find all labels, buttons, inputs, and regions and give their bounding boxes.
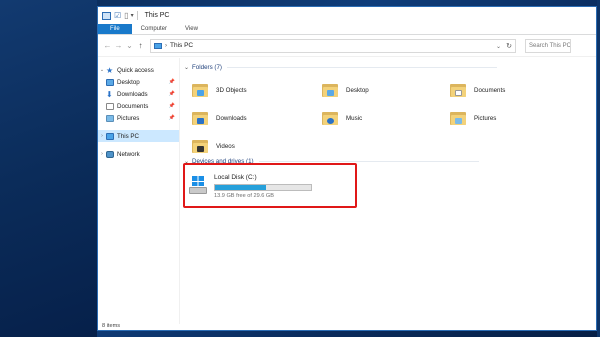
up-button[interactable]: ↑: [135, 41, 146, 50]
cube-icon: [197, 89, 204, 96]
folder-item-downloads[interactable]: Downloads: [192, 103, 312, 133]
new-folder-icon[interactable]: ▯: [124, 11, 128, 20]
window-title: This PC: [144, 12, 170, 19]
computer-icon: [106, 132, 114, 140]
chevron-right-icon[interactable]: ›: [98, 133, 106, 139]
chevron-right-icon[interactable]: ›: [165, 43, 167, 49]
picture-icon: [455, 117, 462, 124]
sidebar-item-pictures[interactable]: Pictures 📌: [98, 112, 179, 124]
sidebar-item-desktop[interactable]: Desktop 📌: [98, 76, 179, 88]
sidebar-item-label: Downloads: [117, 90, 148, 98]
ribbon-tabs: File Computer View: [98, 24, 596, 35]
recent-locations-button[interactable]: ⌄: [124, 41, 135, 50]
search-input[interactable]: Search This PC: [525, 38, 571, 53]
folder-label: 3D Objects: [216, 86, 247, 94]
sidebar-item-label: Pictures: [117, 114, 140, 122]
pictures-icon: [106, 114, 114, 122]
music-note-icon: [327, 117, 334, 124]
drive-highlight-box: [183, 163, 357, 208]
divider: [226, 67, 497, 68]
network-icon: [106, 150, 114, 158]
folder-label: Music: [346, 114, 363, 122]
document-icon: [455, 89, 462, 96]
chevron-right-icon[interactable]: ›: [98, 151, 106, 157]
back-button[interactable]: ←: [102, 41, 113, 50]
divider: [258, 161, 479, 162]
tab-computer[interactable]: Computer: [132, 24, 176, 34]
sidebar-item-quick-access[interactable]: ⌄ ★ Quick access: [98, 64, 179, 76]
pin-icon[interactable]: 📌: [169, 79, 175, 85]
navigation-pane: ⌄ ★ Quick access Desktop 📌 ⬇ Downloads 📌…: [98, 58, 180, 324]
title-separator: [136, 11, 138, 20]
this-pc-icon: [154, 42, 162, 49]
chevron-down-icon[interactable]: ⌄: [184, 64, 189, 71]
folder-icon: [322, 111, 338, 125]
folder-icon: [322, 83, 338, 97]
star-icon: ★: [106, 65, 114, 75]
forward-button[interactable]: →: [113, 41, 124, 50]
folder-icon: [450, 111, 466, 125]
tab-file[interactable]: File: [98, 24, 132, 34]
folders-group-title: Folders (7): [192, 64, 222, 71]
film-icon: [197, 145, 204, 152]
pin-icon[interactable]: 📌: [169, 91, 175, 97]
document-icon: [106, 102, 114, 110]
folder-label: Downloads: [216, 114, 247, 122]
folder-label: Pictures: [474, 114, 497, 122]
folder-icon: [192, 83, 208, 97]
sidebar-item-downloads[interactable]: ⬇ Downloads 📌: [98, 88, 179, 100]
quick-access-toolbar-dropdown-icon[interactable]: ▾: [131, 12, 134, 19]
sidebar-item-documents[interactable]: Documents 📌: [98, 100, 179, 112]
folder-item-desktop[interactable]: Desktop: [322, 75, 442, 105]
folder-label: Desktop: [346, 86, 369, 94]
folder-label: Videos: [216, 142, 235, 150]
desktop-icon: [327, 89, 334, 96]
sidebar-item-label: This PC: [117, 132, 140, 140]
folder-label: Documents: [474, 86, 506, 94]
search-placeholder: Search This PC: [529, 42, 571, 49]
address-path[interactable]: This PC: [170, 42, 193, 49]
folder-item-3d-objects[interactable]: 3D Objects: [192, 75, 312, 105]
download-arrow-icon: [197, 117, 204, 124]
chevron-down-icon[interactable]: ⌄: [496, 43, 501, 50]
sidebar-item-label: Documents: [117, 102, 149, 110]
status-bar: 8 items: [98, 322, 596, 330]
desktop-icon: [106, 78, 114, 86]
folder-item-documents[interactable]: Documents: [450, 75, 570, 105]
chevron-down-icon[interactable]: ⌄: [98, 67, 106, 73]
folder-icon: [192, 139, 208, 153]
content-area: ⌄ ★ Quick access Desktop 📌 ⬇ Downloads 📌…: [98, 58, 596, 330]
pin-icon[interactable]: 📌: [169, 103, 175, 109]
navigation-row: ← → ⌄ ↑ › This PC ⌄ ↻ Search This PC: [98, 35, 596, 57]
folder-icon: [192, 111, 208, 125]
item-count: 8 items: [102, 323, 121, 329]
explorer-icon[interactable]: [102, 11, 111, 20]
file-explorer-window: ☑ ▯ ▾ This PC File Computer View ← → ⌄ ↑…: [97, 6, 597, 331]
properties-icon[interactable]: ☑: [114, 11, 121, 20]
sidebar-item-label: Desktop: [117, 78, 140, 86]
sidebar-item-label: Network: [117, 150, 140, 158]
sidebar-item-label: Quick access: [117, 66, 154, 74]
download-arrow-icon: ⬇: [106, 89, 113, 99]
folder-item-pictures[interactable]: Pictures: [450, 103, 570, 133]
tab-view[interactable]: View: [176, 24, 207, 34]
desktop-background: [0, 0, 97, 337]
refresh-icon[interactable]: ↻: [506, 42, 512, 50]
address-bar[interactable]: › This PC ⌄ ↻: [150, 38, 516, 53]
pin-icon[interactable]: 📌: [169, 115, 175, 121]
folder-item-music[interactable]: Music: [322, 103, 442, 133]
folders-group-header[interactable]: ⌄ Folders (7): [184, 64, 497, 71]
folder-item-videos[interactable]: Videos: [192, 131, 312, 161]
folder-icon: [450, 83, 466, 97]
sidebar-item-this-pc[interactable]: › This PC: [98, 130, 179, 142]
sidebar-item-network[interactable]: › Network: [98, 148, 179, 160]
title-bar: ☑ ▯ ▾ This PC: [98, 7, 596, 24]
